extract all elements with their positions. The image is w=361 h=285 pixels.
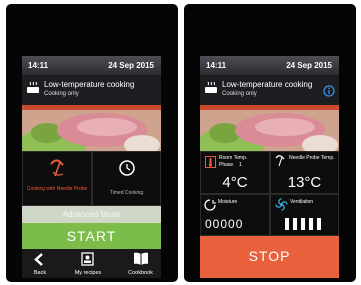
room-temp-value: 4°C [222, 174, 248, 191]
mode-header[interactable]: Low-temperature cooking Cooking only [22, 75, 161, 105]
moisture-label: Moisture [218, 199, 238, 205]
moisture-panel[interactable]: Moisture 00000 [200, 194, 270, 236]
mode-title: Low-temperature cooking [222, 80, 313, 89]
my-recipes-label: My recipes [74, 270, 102, 276]
needle-probe-icon [49, 158, 67, 185]
mode-subtitle: Cooking only [44, 91, 79, 97]
needle-probe-icon [275, 154, 287, 172]
status-bar: 14:11 24 Sep 2015 [200, 56, 339, 75]
moisture-icon [204, 198, 216, 216]
advanced-mode-button[interactable]: Advanced Mode [22, 206, 161, 223]
stop-button[interactable]: STOP [200, 236, 339, 278]
date-display: 24 Sep 2015 [108, 61, 154, 70]
mode-subtitle: Cooking only [222, 91, 257, 97]
ventilation-panel[interactable]: Ventilation [270, 194, 339, 236]
fan-icon [275, 198, 288, 216]
mode-title: Low-temperature cooking [44, 80, 135, 89]
start-button[interactable]: START [22, 223, 161, 249]
phase-label: Phase [219, 162, 234, 168]
probe-temp-label: Needle Probe Temp. [289, 155, 335, 161]
mode-header: Low-temperature cooking Cooking only [200, 75, 339, 105]
timed-cooking-label: Timed Cooking [109, 190, 144, 196]
date-display: 24 Sep 2015 [286, 61, 332, 70]
clock-time: 14:11 [206, 61, 227, 70]
clock-time: 14:11 [28, 61, 49, 70]
status-bar: 14:11 24 Sep 2015 [22, 56, 161, 75]
phase-value: 1 [239, 162, 242, 168]
probe-temp-panel[interactable]: Needle Probe Temp. 13°C [270, 151, 339, 194]
room-temp-label: Room Temp. [219, 155, 248, 161]
moisture-level-display: 00000 [205, 217, 244, 231]
oven-panel-setup: 14:11 24 Sep 2015 Low-temperature cookin… [6, 4, 178, 282]
room-temp-panel[interactable]: Room Temp. Phase 1 4°C [200, 151, 270, 194]
back-label: Back [33, 270, 47, 276]
food-photo [22, 105, 161, 151]
bottom-nav: Back My recipes Cookbook [22, 249, 161, 278]
cookbook-label: Cookbook [128, 270, 153, 276]
oven-panel-running: 14:11 24 Sep 2015 Low-temperature cookin… [184, 4, 356, 282]
touch-screen: 14:11 24 Sep 2015 Low-temperature cookin… [200, 56, 339, 278]
thermometer-icon [205, 155, 216, 173]
cookbook-icon [133, 251, 149, 271]
clock-icon [118, 159, 136, 182]
touch-screen: 14:11 24 Sep 2015 Low-temperature cookin… [22, 56, 161, 278]
recipes-icon [81, 252, 94, 271]
steam-pot-icon [26, 81, 40, 100]
needle-probe-cooking-option[interactable]: Cooking with Needle Probe [22, 151, 92, 206]
needle-probe-label: Cooking with Needle Probe [26, 186, 88, 192]
ventilation-level-bars [285, 217, 325, 235]
back-chevron-icon [33, 252, 45, 272]
back-button[interactable]: Back [22, 249, 58, 278]
food-photo [200, 105, 339, 151]
probe-temp-value: 13°C [287, 174, 322, 191]
steam-pot-icon [204, 81, 218, 100]
ventilation-label: Ventilation [290, 199, 314, 205]
cookbook-button[interactable]: Cookbook [120, 249, 161, 278]
timed-cooking-option[interactable]: Timed Cooking [92, 151, 161, 206]
info-icon[interactable] [323, 84, 335, 102]
my-recipes-button[interactable]: My recipes [64, 249, 112, 278]
